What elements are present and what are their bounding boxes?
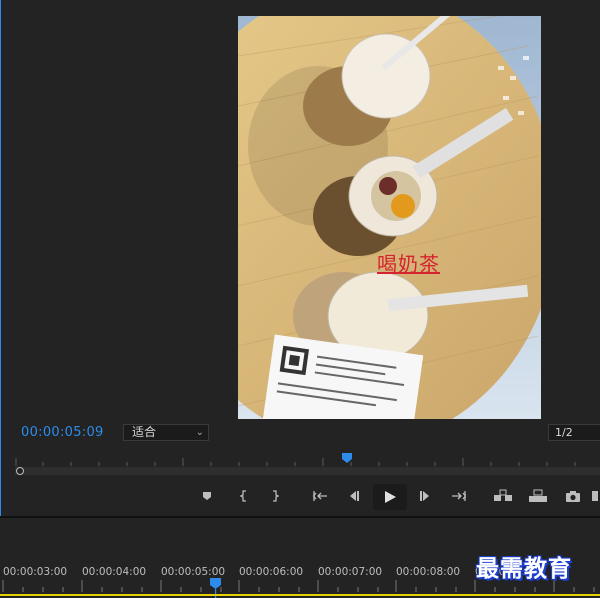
fit-select-value: 适合 (132, 425, 157, 439)
program-monitor: 喝奶茶 00:00:05:09 适合 ⌄ 1/2 (0, 0, 600, 516)
insert-icon (494, 489, 512, 501)
button-editor-overflow[interactable] (591, 484, 600, 508)
video-frame: 喝奶茶 (238, 16, 541, 419)
ruler-label: 00:00:07:00 (318, 566, 383, 578)
mini-playhead-icon[interactable] (342, 453, 352, 463)
mini-time-ruler[interactable] (15, 452, 600, 468)
video-caption: 喝奶茶 (377, 252, 440, 276)
work-area-bar[interactable] (0, 594, 600, 596)
add-marker-button[interactable] (195, 484, 219, 508)
play-icon (385, 491, 396, 503)
ruler-label: 00:00:08:00 (396, 566, 461, 578)
watermark-logo: 最需教育 (476, 555, 572, 582)
mark-out-button[interactable] (263, 484, 287, 508)
overwrite-icon (529, 489, 547, 502)
mark-in-icon (240, 490, 246, 502)
step-back-icon (350, 491, 359, 501)
playback-resolution-value: 1/2 (555, 426, 573, 439)
step-forward-button[interactable] (413, 484, 437, 508)
insert-button[interactable] (491, 484, 515, 508)
fit-select[interactable]: 适合 ⌄ (123, 424, 209, 441)
chevron-down-icon: ⌄ (195, 427, 204, 438)
export-frame-button[interactable] (561, 484, 585, 508)
ruler-label: 00:00:03:00 (3, 566, 68, 578)
go-to-in-button[interactable] (308, 484, 332, 508)
camera-icon (566, 490, 580, 502)
play-button[interactable] (373, 484, 407, 510)
ruler-label: 00:00:04:00 (82, 566, 147, 578)
go-to-out-icon (452, 491, 467, 501)
go-to-out-button[interactable] (447, 484, 471, 508)
step-forward-icon (420, 491, 429, 501)
mark-in-button[interactable] (232, 484, 256, 508)
step-back-button[interactable] (342, 484, 366, 508)
go-to-in-icon (312, 491, 327, 501)
transport-controls (1, 484, 600, 508)
video-image (238, 16, 541, 419)
ruler-label: 00:00:06:00 (239, 566, 304, 578)
playback-resolution-select[interactable]: 1/2 (548, 424, 600, 441)
mini-scrub-track[interactable] (15, 467, 600, 475)
marker-icon (203, 492, 211, 500)
mini-scrub-start-handle[interactable] (16, 467, 24, 475)
overflow-icon (592, 491, 598, 501)
ruler-label: 00:00:05:00 (161, 566, 226, 578)
playhead-timecode[interactable]: 00:00:05:09 (21, 425, 104, 440)
overwrite-button[interactable] (526, 484, 550, 508)
mark-out-icon (273, 490, 279, 502)
